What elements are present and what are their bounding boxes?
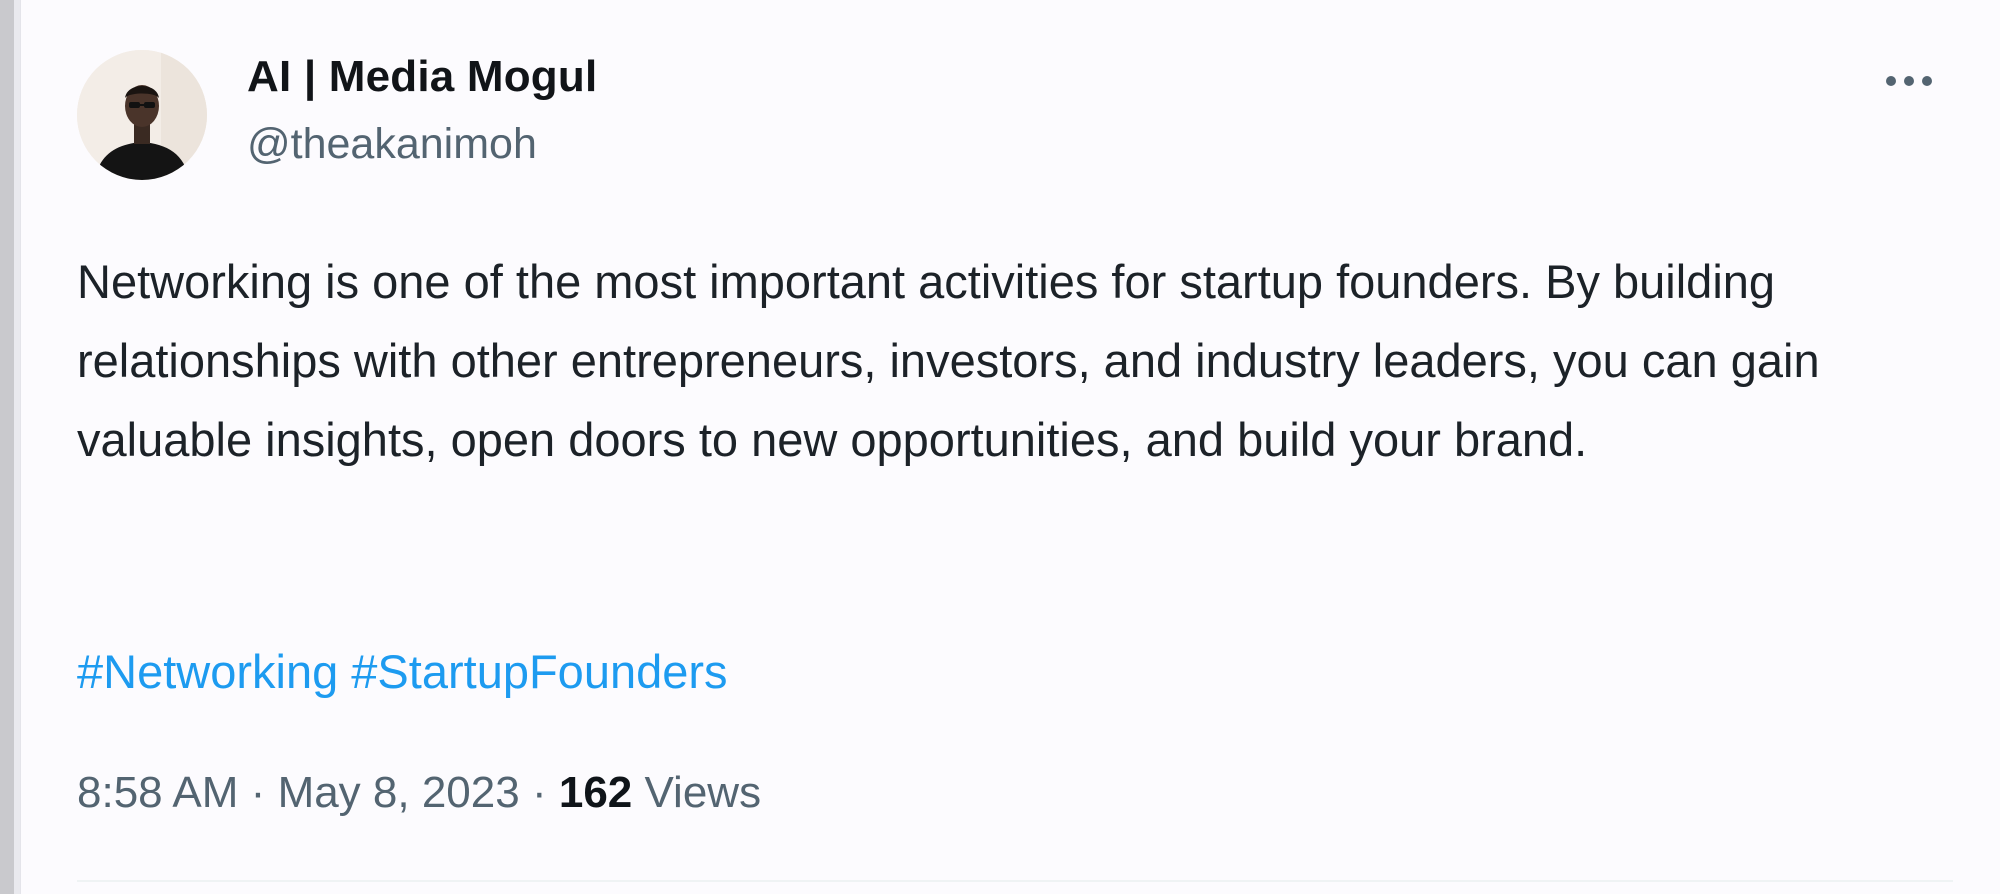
tweet-time[interactable]: 8:58 AM: [77, 768, 238, 817]
views-label: Views: [644, 768, 762, 817]
divider: [77, 880, 1953, 882]
more-options-button[interactable]: [1869, 56, 1949, 106]
meta-separator: ·: [250, 768, 266, 817]
meta-separator: ·: [531, 768, 547, 817]
views-count: 162: [558, 768, 633, 817]
profile-photo-icon: [77, 50, 207, 180]
tweet-hashtags: #Networking #StartupFounders: [77, 632, 728, 711]
tweet-date[interactable]: May 8, 2023: [278, 768, 520, 817]
ellipsis-icon: [1886, 76, 1932, 86]
hashtag-networking-link[interactable]: #Networking: [77, 645, 338, 698]
tweet-card: AI | Media Mogul @theakanimoh Networking…: [20, 0, 2000, 894]
tweet-text-content: Networking is one of the most important …: [77, 255, 1820, 466]
hashtag-startupfounders-link[interactable]: #StartupFounders: [351, 645, 727, 698]
window-edge: [0, 0, 14, 894]
author-avatar[interactable]: [77, 50, 207, 180]
tweet-meta: 8:58 AM · May 8, 2023 · 162 Views: [77, 768, 761, 818]
tweet-text: Networking is one of the most important …: [77, 242, 1937, 479]
author-handle[interactable]: @theakanimoh: [247, 120, 537, 169]
author-display-name[interactable]: AI | Media Mogul: [247, 52, 597, 102]
